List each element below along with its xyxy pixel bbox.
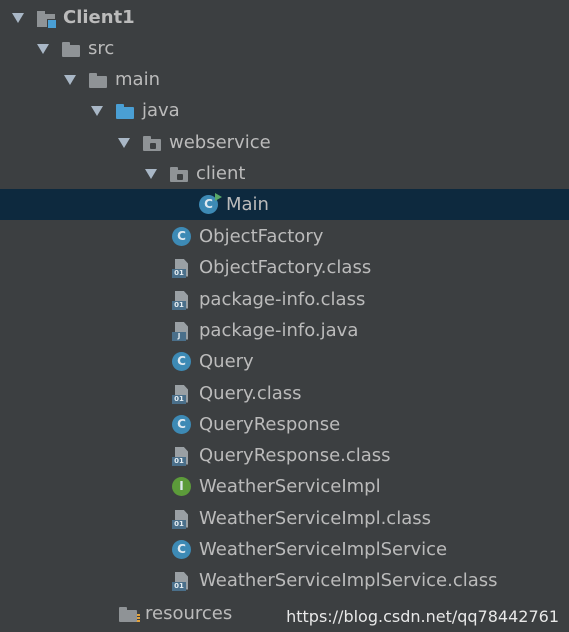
file-label: WeatherServiceImpl (199, 476, 381, 497)
package-icon (169, 164, 189, 184)
folder-label: resources (145, 603, 233, 624)
expand-arrow-icon[interactable] (37, 43, 49, 54)
tree-row-src[interactable]: src (0, 33, 569, 64)
source-folder-icon (115, 101, 135, 121)
class-file-icon: 01 (172, 509, 192, 529)
file-label: WeatherServiceImplService (199, 539, 448, 560)
tree-row-file[interactable]: C Query (0, 346, 569, 377)
watermark: https://blog.csdn.net/qq78442761 (286, 607, 559, 626)
folder-label: java (142, 100, 180, 121)
java-file-icon: J (172, 321, 192, 341)
tree-row-file[interactable]: C ObjectFactory (0, 221, 569, 252)
package-label: client (196, 163, 246, 184)
file-label: QueryResponse.class (199, 445, 391, 466)
tree-row-file[interactable]: I WeatherServiceImpl (0, 471, 569, 502)
tree-row-file[interactable]: C QueryResponse (0, 409, 569, 440)
tree-row-file[interactable]: 01 package-info.class (0, 284, 569, 315)
expand-arrow-icon[interactable] (145, 168, 157, 179)
tree-row-main[interactable]: main (0, 64, 569, 95)
file-label: package-info.java (199, 320, 359, 341)
folder-icon (88, 70, 108, 90)
class-file-icon: 01 (172, 384, 192, 404)
file-label: package-info.class (199, 289, 366, 310)
class-file-icon: 01 (172, 571, 192, 591)
file-label: Query (199, 351, 254, 372)
class-icon: C (172, 226, 192, 247)
tree-row-file[interactable]: 01 Query.class (0, 378, 569, 409)
tree-row-file[interactable]: C WeatherServiceImplService (0, 534, 569, 565)
class-label: Main (226, 194, 269, 215)
tree-row-file[interactable]: Jpackage-info.java (0, 315, 569, 346)
folder-label: src (88, 38, 115, 59)
class-file-icon: 01 (172, 446, 192, 466)
tree-row-file[interactable]: 01 ObjectFactory.class (0, 252, 569, 283)
tree-row-module[interactable]: Client1 (0, 2, 569, 33)
folder-label: main (115, 69, 160, 90)
package-label: webservice (169, 132, 271, 153)
class-icon: C (172, 414, 192, 435)
folder-icon (61, 39, 81, 59)
module-icon (36, 8, 57, 29)
file-label: WeatherServiceImpl.class (199, 508, 431, 529)
class-icon: C (172, 539, 192, 560)
expand-arrow-icon[interactable] (64, 74, 76, 85)
tree-row-client[interactable]: client (0, 158, 569, 189)
tree-row-file[interactable]: 01 QueryResponse.class (0, 440, 569, 471)
class-file-icon: 01 (172, 258, 192, 278)
tree-row-webservice[interactable]: webservice (0, 127, 569, 158)
file-label: ObjectFactory.class (199, 257, 372, 278)
expand-arrow-icon[interactable] (118, 137, 130, 148)
class-file-icon: 01 (172, 290, 192, 310)
expand-arrow-icon[interactable] (12, 12, 24, 23)
tree-row-file[interactable]: 01 WeatherServiceImpl.class (0, 503, 569, 534)
file-label: ObjectFactory (199, 226, 324, 247)
file-label: WeatherServiceImplService.class (199, 570, 498, 591)
module-label: Client1 (63, 7, 135, 28)
tree-row-java[interactable]: java (0, 95, 569, 126)
tree-row-main-class[interactable]: C Main (0, 189, 569, 220)
resources-folder-icon (118, 604, 140, 624)
run-class-icon: C (199, 192, 222, 215)
expand-arrow-icon[interactable] (91, 105, 103, 116)
file-label: Query.class (199, 383, 302, 404)
tree-row-file[interactable]: 01 WeatherServiceImplService.class (0, 565, 569, 596)
interface-icon: I (172, 476, 192, 497)
package-icon (142, 133, 162, 153)
class-icon: C (172, 351, 192, 372)
file-label: QueryResponse (199, 414, 341, 435)
